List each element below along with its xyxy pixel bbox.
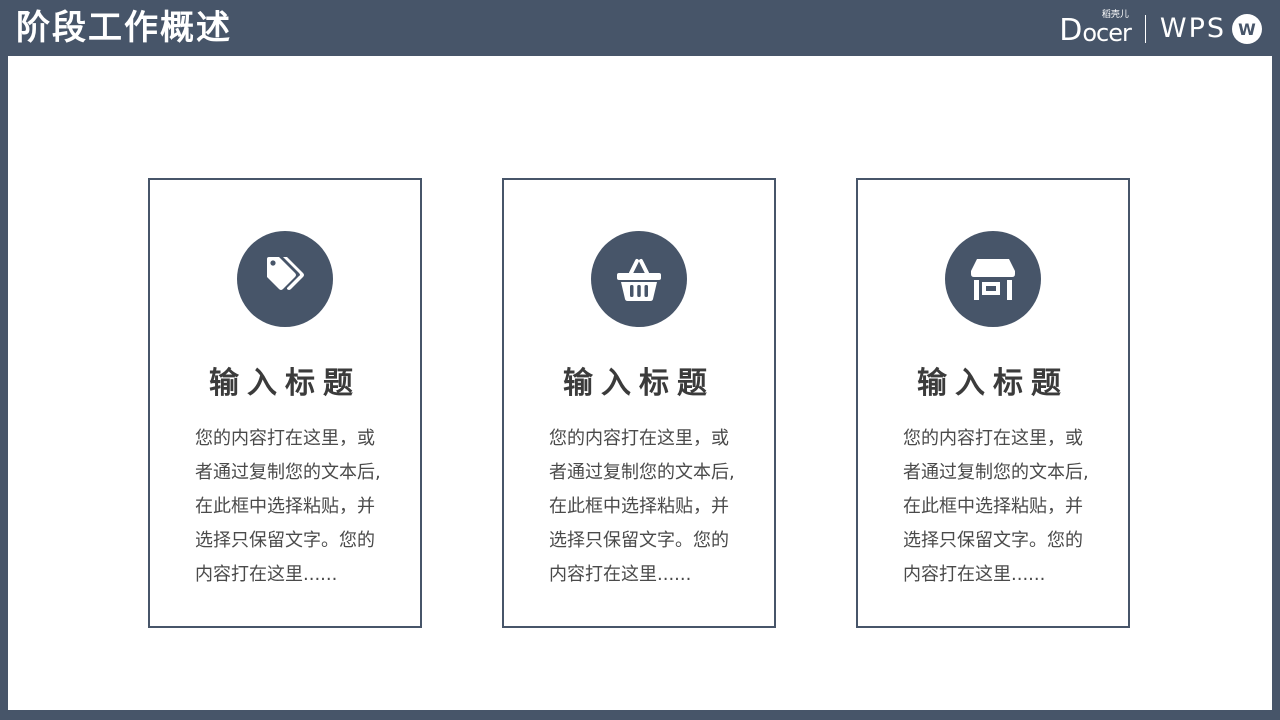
card-body: 您的内容打在这里，或 者通过复制您的文本后, 在此框中选择粘贴，并 选择只保留文… — [549, 428, 735, 585]
docer-logo-subtext: 稻壳儿 — [1101, 10, 1129, 20]
docer-logo-text: ocer — [1082, 19, 1132, 47]
card-title: 输入标题 — [209, 366, 361, 401]
page-title: 阶段工作概述 — [16, 8, 232, 48]
store-icon — [945, 231, 1041, 327]
card-title: 输入标题 — [917, 366, 1069, 401]
wps-logo: WPS W — [1160, 14, 1262, 44]
tag-icon — [237, 231, 333, 327]
card-body: 您的内容打在这里，或 者通过复制您的文本后, 在此框中选择粘贴，并 选择只保留文… — [903, 428, 1089, 585]
brand-logos: D ocer 稻壳儿 WPS W — [1059, 10, 1262, 48]
header-bar: 阶段工作概述 D ocer 稻壳儿 WPS W — [0, 0, 1280, 56]
wps-logo-text: WPS — [1159, 13, 1226, 44]
docer-logo: D ocer 稻壳儿 — [1059, 10, 1132, 48]
feature-card-1: 输入标题 您的内容打在这里，或 者通过复制您的文本后, 在此框中选择粘贴，并 选… — [148, 178, 422, 628]
feature-card-3: 输入标题 您的内容打在这里，或 者通过复制您的文本后, 在此框中选择粘贴，并 选… — [856, 178, 1130, 628]
feature-card-2: 输入标题 您的内容打在这里，或 者通过复制您的文本后, 在此框中选择粘贴，并 选… — [502, 178, 776, 628]
logo-divider — [1144, 15, 1146, 43]
docer-logo-mark: D — [1059, 13, 1082, 48]
basket-icon — [591, 231, 687, 327]
slide-content: 输入标题 您的内容打在这里，或 者通过复制您的文本后, 在此框中选择粘贴，并 选… — [8, 56, 1272, 710]
wps-logo-badge: W — [1232, 14, 1262, 44]
card-title: 输入标题 — [563, 366, 715, 401]
card-body: 您的内容打在这里，或 者通过复制您的文本后, 在此框中选择粘贴，并 选择只保留文… — [195, 428, 381, 585]
